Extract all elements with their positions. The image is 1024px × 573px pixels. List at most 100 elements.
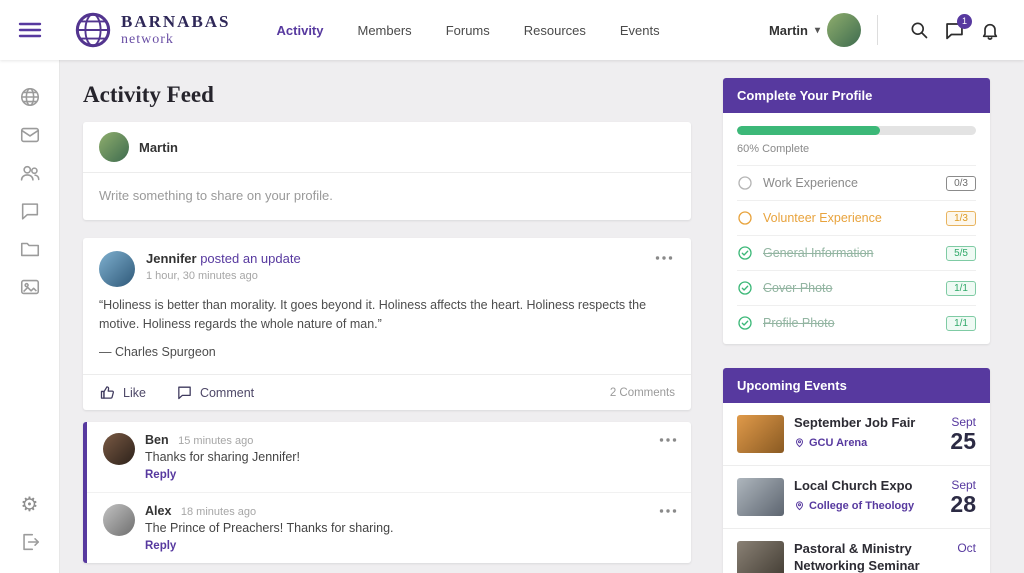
nav-activity[interactable]: Activity — [277, 23, 324, 38]
page-title: Activity Feed — [83, 82, 691, 108]
checklist-item-profile-photo[interactable]: Profile Photo 1/1 — [737, 305, 976, 340]
comment-button[interactable]: Comment — [176, 384, 254, 401]
checklist-count-badge: 5/5 — [946, 246, 976, 261]
profile-progress-bar — [737, 126, 976, 135]
photos-icon[interactable] — [19, 276, 41, 298]
notifications-bell-icon[interactable] — [980, 20, 1000, 41]
post-composer: Martin Write something to share on your … — [83, 122, 691, 220]
nav-resources[interactable]: Resources — [524, 23, 586, 38]
comment-label: Comment — [200, 386, 254, 400]
event-day: 25 — [950, 429, 976, 453]
checklist-item-volunteer-experience[interactable]: Volunteer Experience 1/3 — [737, 200, 976, 235]
event-info: Local Church Expo College of Theology — [794, 478, 914, 512]
checklist-count-badge: 1/3 — [946, 211, 976, 226]
user-avatar[interactable] — [827, 13, 861, 47]
location-pin-icon — [794, 436, 805, 449]
checklist-item-cover-photo[interactable]: Cover Photo 1/1 — [737, 270, 976, 305]
post-header: Jennifer posted an update 1 hour, 30 min… — [83, 238, 691, 291]
menu-column — [0, 21, 60, 39]
comment-author-avatar[interactable] — [103, 504, 135, 536]
messages-icon[interactable]: 1 — [944, 20, 965, 41]
like-label: Like — [123, 386, 146, 400]
checklist-label: Cover Photo — [763, 281, 936, 295]
checklist-label: Work Experience — [763, 176, 936, 190]
event-item[interactable]: Pastoral & Ministry Networking Seminar O… — [723, 528, 990, 573]
event-thumbnail — [737, 541, 784, 573]
chevron-down-icon: ▾ — [815, 25, 820, 36]
brand-text: BARNABAS network — [121, 13, 231, 47]
composer-input[interactable]: Write something to share on your profile… — [83, 173, 691, 220]
event-info: September Job Fair GCU Arena — [794, 415, 915, 449]
profile-progress-label: 60% Complete — [737, 143, 976, 155]
more-options-icon[interactable] — [653, 251, 675, 265]
event-location: College of Theology — [809, 500, 914, 512]
event-date: Oct — [957, 541, 976, 555]
nav-members[interactable]: Members — [358, 23, 412, 38]
brand-logo[interactable]: BARNABAS network — [74, 11, 231, 49]
event-month: Sept — [950, 415, 976, 429]
comments-count[interactable]: 2 Comments — [610, 387, 675, 399]
inbox-mail-icon[interactable] — [19, 124, 41, 146]
nav-events[interactable]: Events — [620, 23, 660, 38]
folder-icon[interactable] — [19, 238, 41, 260]
composer-avatar[interactable] — [99, 132, 129, 162]
complete-profile-card: Complete Your Profile 60% Complete Work … — [723, 78, 990, 344]
activity-feed-column: Activity Feed Martin Write something to … — [83, 78, 691, 573]
comment-timestamp: 15 minutes ago — [178, 435, 253, 447]
empty-circle-icon — [737, 175, 753, 191]
post-body: “Holiness is better than morality. It go… — [83, 291, 691, 374]
comment-author-name[interactable]: Ben — [145, 433, 169, 447]
checklist-count-badge: 1/1 — [946, 281, 976, 296]
user-menu[interactable]: Martin ▾ — [769, 13, 861, 47]
menu-icon[interactable] — [18, 21, 42, 39]
globe-icon[interactable] — [19, 86, 41, 108]
composer-user-row: Martin — [83, 122, 691, 173]
like-button[interactable]: Like — [99, 384, 146, 401]
comment-timestamp: 18 minutes ago — [181, 506, 256, 518]
post-actions: Like Comment 2 Comments — [83, 374, 691, 410]
checklist-item-work-experience[interactable]: Work Experience 0/3 — [737, 165, 976, 200]
comment-content: Alex 18 minutes ago The Prince of Preach… — [145, 504, 394, 554]
right-sidebar: Complete Your Profile 60% Complete Work … — [723, 78, 990, 573]
post-author-avatar[interactable] — [99, 251, 135, 287]
post-header-text: Jennifer posted an update 1 hour, 30 min… — [146, 251, 301, 287]
chat-icon[interactable] — [19, 200, 41, 222]
checklist-label: Volunteer Experience — [763, 211, 936, 225]
event-item[interactable]: Local Church Expo College of Theology Se… — [723, 465, 990, 528]
globe-logo-icon — [74, 11, 112, 49]
more-options-icon[interactable] — [657, 504, 679, 518]
reply-link[interactable]: Reply — [145, 469, 176, 481]
event-thumbnail — [737, 478, 784, 516]
thumbs-up-icon — [99, 384, 116, 401]
brand-name: BARNABAS — [121, 13, 231, 32]
top-bar: BARNABAS network Activity Members Forums… — [0, 0, 1024, 60]
comment-author-avatar[interactable] — [103, 433, 135, 465]
brand-tagline: network — [121, 32, 231, 47]
settings-gear-icon[interactable]: ⚙ — [21, 495, 39, 515]
event-item[interactable]: September Job Fair GCU Arena Sept 25 — [723, 403, 990, 465]
reply-link[interactable]: Reply — [145, 540, 176, 552]
upcoming-events-card: Upcoming Events September Job Fair GCU A… — [723, 368, 990, 573]
main-nav: Activity Members Forums Resources Events — [277, 23, 660, 38]
divider — [877, 15, 878, 45]
check-circle-icon — [737, 280, 753, 296]
top-right-cluster: Martin ▾ 1 — [769, 13, 1024, 47]
event-day: 28 — [950, 492, 976, 516]
more-options-icon[interactable] — [657, 433, 679, 447]
composer-user-name: Martin — [139, 140, 178, 155]
post-author-name[interactable]: Jennifer — [146, 251, 197, 266]
empty-circle-icon — [737, 210, 753, 226]
comment-author-name[interactable]: Alex — [145, 504, 171, 518]
event-date: Sept 28 — [950, 478, 976, 516]
search-icon[interactable] — [909, 20, 929, 40]
post-attribution: — Charles Spurgeon — [99, 343, 673, 362]
event-thumbnail — [737, 415, 784, 453]
logout-icon[interactable] — [19, 531, 41, 553]
profile-progress-fill — [737, 126, 880, 135]
checklist-item-general-information[interactable]: General Information 5/5 — [737, 235, 976, 270]
event-date: Sept 25 — [950, 415, 976, 453]
members-icon[interactable] — [19, 162, 41, 184]
nav-forums[interactable]: Forums — [446, 23, 490, 38]
comment-bubble-icon — [176, 384, 193, 401]
comment-item: Ben 15 minutes ago Thanks for sharing Je… — [87, 422, 691, 492]
